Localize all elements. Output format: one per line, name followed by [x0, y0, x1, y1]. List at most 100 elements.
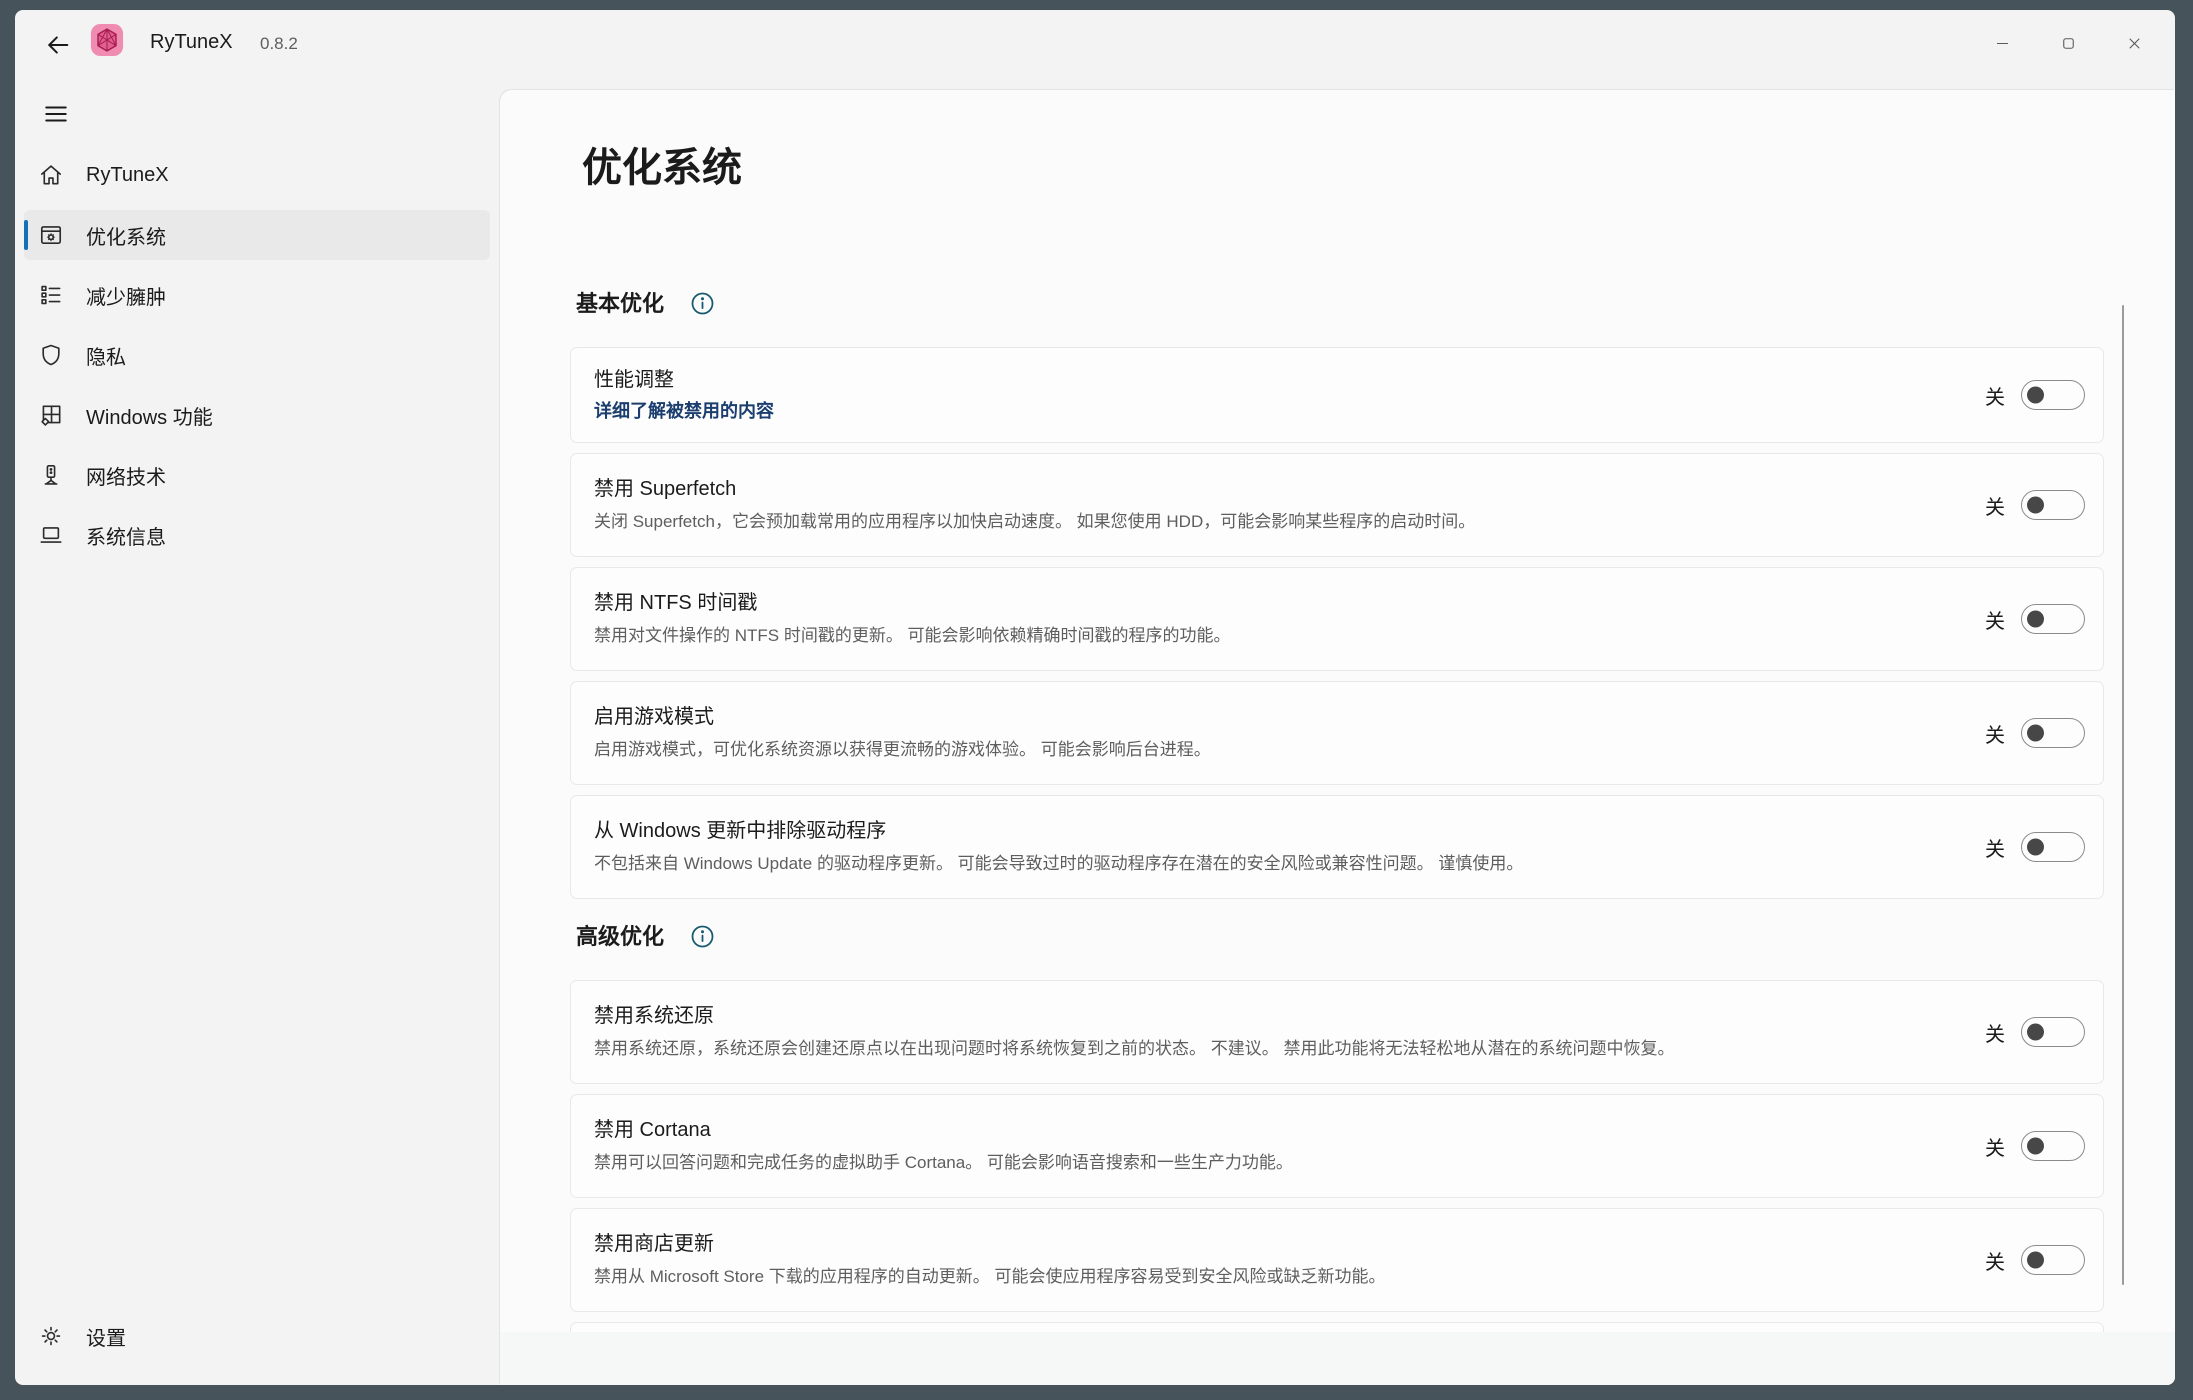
toggle-group: 关	[1985, 832, 2085, 862]
setting-description: 禁用从 Microsoft Store 下载的应用程序的自动更新。 可能会使应用…	[594, 1265, 1913, 1289]
toggle-switch[interactable]	[2021, 1017, 2085, 1047]
minimize-icon	[1993, 34, 2012, 56]
shield-icon	[38, 342, 64, 368]
gear-icon	[38, 1323, 64, 1349]
toggle-switch[interactable]	[2021, 1131, 2085, 1161]
back-button[interactable]	[39, 26, 77, 64]
toggle-state-label: 关	[1985, 1246, 2005, 1275]
setting-card: 禁用系统还原禁用系统还原，系统还原会创建还原点以在出现问题时将系统恢复到之前的状…	[570, 980, 2104, 1084]
feature-box-icon	[38, 402, 64, 428]
sidebar-item-home[interactable]: RyTuneX	[24, 150, 490, 200]
toggle-switch[interactable]	[2021, 380, 2085, 410]
toggle-group: 关	[1985, 1245, 2085, 1275]
sidebar-item-label: 隐私	[86, 341, 126, 370]
sidebar-footer: 设置	[24, 1311, 490, 1371]
toggle-switch[interactable]	[2021, 1245, 2085, 1275]
setting-title: 启用游戏模式	[594, 704, 1913, 730]
home-icon	[38, 162, 64, 188]
sidebar-item-label: 减少臃肿	[86, 281, 166, 310]
maximize-icon	[2059, 34, 2078, 56]
section-heading: 高级优化	[576, 921, 664, 952]
learn-more-link[interactable]: 详细了解被禁用的内容	[594, 399, 774, 423]
toggle-state-label: 关	[1985, 605, 2005, 634]
hamburger-icon	[37, 101, 75, 127]
toggle-knob	[2027, 1252, 2044, 1269]
window-controls	[1969, 10, 2167, 80]
sidebar-item-label: 设置	[86, 1322, 126, 1351]
setting-card: 禁用 NTFS 时间戳禁用对文件操作的 NTFS 时间戳的更新。 可能会影响依赖…	[570, 567, 2104, 671]
sidebar-item-privacy[interactable]: 隐私	[24, 330, 490, 380]
setting-title: 禁用 Superfetch	[594, 476, 1913, 502]
minimize-button[interactable]	[1969, 10, 2035, 80]
app-title: RyTuneX	[150, 31, 233, 54]
sidebar-item-windows-features[interactable]: Windows 功能	[24, 390, 490, 440]
setting-title: 从 Windows 更新中排除驱动程序	[594, 818, 1913, 844]
setting-description: 启用游戏模式，可优化系统资源以获得更流畅的游戏体验。 可能会影响后台进程。	[594, 738, 1913, 762]
setting-card: 禁用 Cortana 禁用可以回答问题和完成任务的虚拟助手 Cortana。 可能…	[570, 1094, 2104, 1198]
setting-description: 禁用对文件操作的 NTFS 时间戳的更新。 可能会影响依赖精确时间戳的程序的功能…	[594, 624, 1913, 648]
sidebar-item-network-tech[interactable]: 网络技术	[24, 450, 490, 500]
toggle-group: 关	[1985, 718, 2085, 748]
sidebar-item-label: 优化系统	[86, 221, 166, 250]
vertical-scrollbar[interactable]	[2122, 305, 2124, 1285]
info-icon[interactable]	[690, 291, 715, 316]
app-version: 0.8.2	[260, 34, 298, 54]
setting-description: 禁用系统还原，系统还原会创建还原点以在出现问题时将系统恢复到之前的状态。 不建议…	[594, 1037, 1913, 1061]
toggle-state-label: 关	[1985, 719, 2005, 748]
toggle-knob	[2027, 1024, 2044, 1041]
sidebar-item-settings[interactable]: 设置	[24, 1311, 490, 1361]
laptop-icon	[38, 522, 64, 548]
toggle-knob	[2027, 725, 2044, 742]
setting-title: 性能调整	[594, 367, 1913, 393]
toggle-knob	[2027, 839, 2044, 856]
toggle-group: 关	[1985, 380, 2085, 410]
maximize-button[interactable]	[2035, 10, 2101, 80]
toggle-switch[interactable]	[2021, 490, 2085, 520]
setting-title: 禁用 Cortana	[594, 1117, 1913, 1143]
section-heading: 基本优化	[576, 288, 664, 319]
toggle-switch[interactable]	[2021, 832, 2085, 862]
settings-list: 优化系统 基本优化性能调整详细了解被禁用的内容关禁用 Superfetch关闭 …	[570, 90, 2104, 1385]
close-button[interactable]	[2101, 10, 2167, 80]
app-logo-icon	[90, 23, 124, 57]
close-icon	[2125, 34, 2144, 56]
setting-description: 禁用可以回答问题和完成任务的虚拟助手 Cortana。 可能会影响语音搜索和一些…	[594, 1151, 1913, 1175]
toggle-state-label: 关	[1985, 381, 2005, 410]
toggle-group: 关	[1985, 490, 2085, 520]
task-list-icon	[38, 282, 64, 308]
nav-menu-button[interactable]	[37, 96, 75, 132]
setting-card: 禁用商店更新禁用从 Microsoft Store 下载的应用程序的自动更新。 …	[570, 1208, 2104, 1312]
setting-description: 不包括来自 Windows Update 的驱动程序更新。 可能会导致过时的驱动…	[594, 852, 1913, 876]
sidebar-item-label: RyTuneX	[86, 164, 169, 187]
sidebar-item-label: Windows 功能	[86, 401, 213, 430]
toggle-group: 关	[1985, 1131, 2085, 1161]
window-frame: RyTuneX 0.8.2 RyTuneX 优化系统减少臃肿隐私 Windows 功…	[15, 10, 2175, 1385]
optimize-window-gear-icon	[38, 222, 64, 248]
content-pane: 优化系统 基本优化性能调整详细了解被禁用的内容关禁用 Superfetch关闭 …	[500, 90, 2175, 1385]
sidebar-item-system-info[interactable]: 系统信息	[24, 510, 490, 560]
toggle-knob	[2027, 1138, 2044, 1155]
content-clip-overlay	[500, 1332, 2175, 1385]
setting-card: 禁用 Superfetch关闭 Superfetch，它会预加载常用的应用程序以…	[570, 453, 2104, 557]
sidebar-item-debloat[interactable]: 减少臃肿	[24, 270, 490, 320]
sidebar: RyTuneX 优化系统减少臃肿隐私 Windows 功能网络技术系统信息	[24, 150, 490, 570]
section-header: 高级优化	[576, 921, 2104, 952]
info-icon[interactable]	[690, 924, 715, 949]
toggle-state-label: 关	[1985, 1018, 2005, 1047]
sidebar-item-label: 网络技术	[86, 461, 166, 490]
toggle-knob	[2027, 611, 2044, 628]
toggle-state-label: 关	[1985, 1132, 2005, 1161]
setting-title: 禁用系统还原	[594, 1003, 1913, 1029]
toggle-switch[interactable]	[2021, 604, 2085, 634]
toggle-group: 关	[1985, 604, 2085, 634]
setting-title: 禁用商店更新	[594, 1231, 1913, 1257]
toggle-state-label: 关	[1985, 491, 2005, 520]
setting-card: 性能调整详细了解被禁用的内容 关	[570, 347, 2104, 443]
selection-indicator	[24, 220, 28, 250]
setting-card: 从 Windows 更新中排除驱动程序不包括来自 Windows Update …	[570, 795, 2104, 899]
toggle-switch[interactable]	[2021, 718, 2085, 748]
sidebar-item-label: 系统信息	[86, 521, 166, 550]
network-server-icon	[38, 462, 64, 488]
setting-card: 启用游戏模式启用游戏模式，可优化系统资源以获得更流畅的游戏体验。 可能会影响后台…	[570, 681, 2104, 785]
sidebar-item-optimize-system[interactable]: 优化系统	[24, 210, 490, 260]
